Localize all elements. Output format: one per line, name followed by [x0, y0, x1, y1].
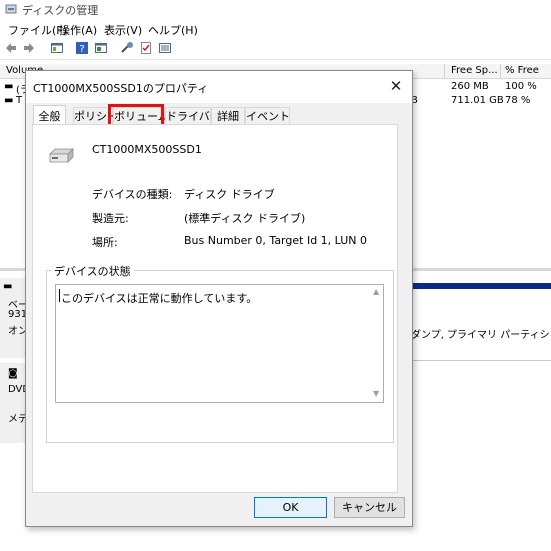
- menu-help[interactable]: ヘルプ(H): [148, 22, 198, 38]
- dvd-drive-icon: ◙: [8, 368, 18, 379]
- manufacturer-value: (標準ディスク ドライブ): [184, 212, 306, 225]
- dvd-panel[interactable]: ◙ DVD メデ: [0, 363, 30, 443]
- col-percent-free[interactable]: % Free: [505, 65, 539, 77]
- connect-icon[interactable]: [120, 41, 134, 55]
- status-scrollbar[interactable]: ▲ ▼: [371, 285, 383, 400]
- menu-bar: ファイル(F) 操作(A) 表示(V) ヘルプ(H): [0, 19, 551, 38]
- window-title: ディスクの管理: [22, 4, 99, 17]
- volume-pct-free: 100 %: [505, 81, 537, 92]
- disk-icon: ▬: [3, 281, 13, 292]
- volume-drive-icon: ▬: [4, 95, 14, 106]
- divider: [411, 360, 551, 361]
- col-free-space[interactable]: Free Sp...: [451, 65, 498, 77]
- ok-button[interactable]: OK: [254, 497, 327, 518]
- volume-pct-free: 78 %: [505, 95, 531, 106]
- device-type-label: デバイスの種類:: [92, 188, 173, 201]
- close-button[interactable]: ✕: [380, 71, 412, 103]
- volume-name: T: [16, 95, 23, 106]
- menu-view[interactable]: 表示(V): [104, 22, 142, 38]
- disk-management-icon: [5, 4, 17, 14]
- close-icon: ✕: [389, 77, 403, 95]
- tab-events[interactable]: イベント: [245, 107, 290, 125]
- column-separator[interactable]: [444, 64, 445, 78]
- device-status-title: デバイスの状態: [51, 263, 134, 279]
- toolbar: ?: [0, 38, 551, 60]
- device-name: CT1000MX500SSD1: [92, 143, 202, 156]
- device-status-textbox[interactable]: このデバイスは正常に動作しています。 ▲ ▼: [55, 284, 384, 403]
- dialog-titlebar[interactable]: CT1000MX500SSD1のプロパティ ✕: [26, 71, 412, 103]
- cancel-button[interactable]: キャンセル: [334, 497, 405, 518]
- tab-policy[interactable]: ポリシー: [73, 107, 118, 125]
- menu-action[interactable]: 操作(A): [59, 22, 97, 38]
- scroll-up-icon[interactable]: ▲: [373, 287, 379, 296]
- properties-window-icon[interactable]: [50, 41, 64, 55]
- column-separator[interactable]: [500, 64, 501, 78]
- main-titlebar: ディスクの管理: [0, 0, 551, 19]
- back-arrow-icon[interactable]: [4, 41, 18, 55]
- location-value: Bus Number 0, Target Id 1, LUN 0: [184, 234, 368, 247]
- tab-details[interactable]: 詳細: [211, 107, 245, 125]
- help-icon[interactable]: ?: [75, 41, 89, 55]
- manufacturer-label: 製造元:: [92, 212, 129, 225]
- forward-arrow-icon[interactable]: [22, 41, 36, 55]
- list-view-icon[interactable]: [158, 41, 172, 55]
- checklist-icon[interactable]: [139, 41, 153, 55]
- volume-drive-icon: ▬: [4, 81, 14, 92]
- svg-text:?: ?: [79, 44, 84, 55]
- dialog-title: CT1000MX500SSD1のプロパティ: [33, 82, 209, 95]
- location-label: 場所:: [92, 236, 118, 249]
- scroll-down-icon[interactable]: ▼: [373, 389, 379, 398]
- device-status-text: このデバイスは正常に動作しています。: [61, 292, 258, 305]
- tab-driver[interactable]: ドライバー: [165, 107, 221, 125]
- disk-drive-icon: [49, 148, 74, 163]
- disk0-panel[interactable]: ▬ ベー 931 オン: [0, 278, 28, 358]
- text-caret: [59, 289, 60, 302]
- primary-partition-bar[interactable]: [400, 283, 551, 289]
- volume-free: 711.01 GB: [451, 95, 504, 106]
- tab-general[interactable]: 全般: [33, 105, 66, 126]
- partition-info[interactable]: ダンプ, プライマリ パーティション): [411, 326, 551, 341]
- volume-free: 260 MB: [451, 81, 489, 92]
- device-type-value: ディスク ドライブ: [184, 188, 275, 201]
- properties-dialog: CT1000MX500SSD1のプロパティ ✕ 全般 ポリシー ボリューム ドラ…: [25, 70, 413, 527]
- show-hide-icon[interactable]: [94, 41, 108, 55]
